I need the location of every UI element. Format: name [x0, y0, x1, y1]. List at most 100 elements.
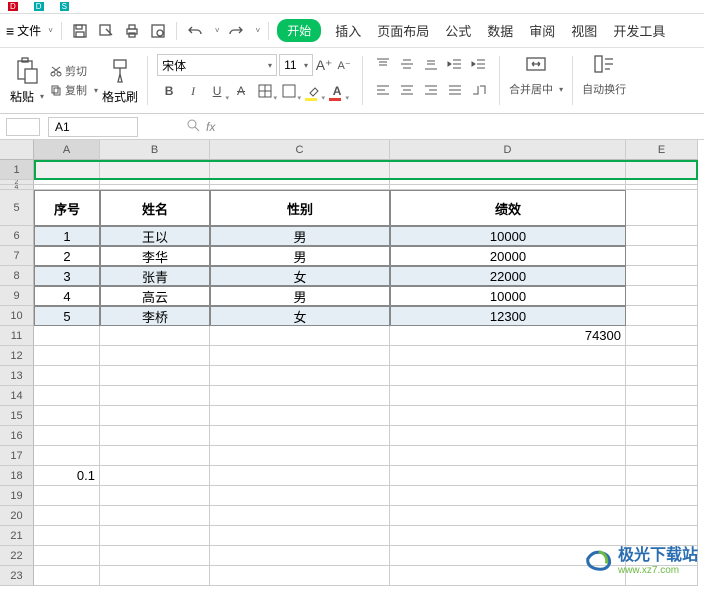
cell[interactable]: [390, 160, 626, 180]
row-header[interactable]: 17: [0, 446, 34, 466]
save-as-icon[interactable]: [96, 21, 116, 41]
name-box[interactable]: A1: [48, 117, 138, 137]
cell[interactable]: 高云: [100, 286, 210, 306]
increase-font-icon[interactable]: A⁺: [315, 54, 333, 76]
row-header[interactable]: 19: [0, 486, 34, 506]
row-header[interactable]: 12: [0, 346, 34, 366]
row-header[interactable]: 5: [0, 190, 34, 226]
cell[interactable]: [210, 466, 390, 486]
table-row[interactable]: 3 张青 女 22000: [34, 266, 704, 286]
row-header[interactable]: 20: [0, 506, 34, 526]
undo-icon[interactable]: [185, 21, 205, 41]
cell[interactable]: 0.1: [34, 466, 100, 486]
tab-data[interactable]: 数据: [487, 21, 513, 40]
cell[interactable]: 2: [34, 246, 100, 266]
table-row[interactable]: 0.1: [34, 466, 704, 486]
cell[interactable]: [626, 226, 698, 246]
cell[interactable]: 20000: [390, 246, 626, 266]
merge-label[interactable]: 合并居中▾: [509, 81, 563, 97]
table-row[interactable]: 5 李桥 女 12300: [34, 306, 704, 326]
table-header-row[interactable]: 序号 姓名 性别 绩效: [34, 190, 704, 226]
row-header[interactable]: 9: [0, 286, 34, 306]
align-middle-icon[interactable]: [396, 54, 418, 74]
row-header[interactable]: ⇕2: [0, 180, 34, 185]
fill-color-button[interactable]: [301, 80, 325, 102]
col-header[interactable]: A: [34, 140, 100, 160]
cell[interactable]: 男: [210, 286, 390, 306]
strikethrough-button[interactable]: A: [229, 80, 253, 102]
cell[interactable]: 男: [210, 246, 390, 266]
row-header[interactable]: 23: [0, 566, 34, 586]
table-row[interactable]: 2 李华 男 20000: [34, 246, 704, 266]
cell[interactable]: 张青: [100, 266, 210, 286]
tab-devtools[interactable]: 开发工具: [613, 21, 665, 40]
row-header[interactable]: 1: [0, 160, 34, 180]
search-function-icon[interactable]: [186, 118, 200, 135]
wrap-label[interactable]: 自动换行: [582, 81, 626, 97]
align-right-icon[interactable]: [420, 80, 442, 100]
cell[interactable]: 女: [210, 266, 390, 286]
row-header[interactable]: 7: [0, 246, 34, 266]
copy-button[interactable]: 复制▾: [50, 81, 98, 99]
increase-indent-icon[interactable]: [468, 54, 490, 74]
cell[interactable]: 女: [210, 306, 390, 326]
chevron-down-icon[interactable]: ˅: [215, 26, 220, 35]
row-header[interactable]: 21: [0, 526, 34, 546]
cell[interactable]: [626, 266, 698, 286]
tab-review[interactable]: 审阅: [529, 21, 555, 40]
row-header[interactable]: 15: [0, 406, 34, 426]
cell[interactable]: 李华: [100, 246, 210, 266]
header-cell[interactable]: 绩效: [390, 190, 626, 226]
col-header[interactable]: E: [626, 140, 698, 160]
file-menu[interactable]: ≡ 文件 ˅: [6, 22, 53, 39]
row-header[interactable]: 22: [0, 546, 34, 566]
tab-formula[interactable]: 公式: [445, 21, 471, 40]
decrease-font-icon[interactable]: A⁻: [335, 54, 353, 76]
fx-label[interactable]: fx: [206, 120, 215, 134]
font-family-select[interactable]: 宋体▾: [157, 54, 277, 76]
doc-tab[interactable]: D: [26, 0, 52, 13]
cell[interactable]: [626, 160, 698, 180]
cell[interactable]: [626, 306, 698, 326]
tab-view[interactable]: 视图: [571, 21, 597, 40]
row-header[interactable]: 10: [0, 306, 34, 326]
print-icon[interactable]: [122, 21, 142, 41]
doc-tab[interactable]: D: [0, 0, 26, 13]
col-header[interactable]: C: [210, 140, 390, 160]
format-painter-label[interactable]: 格式刷: [102, 88, 138, 105]
cell[interactable]: 12300: [390, 306, 626, 326]
cell[interactable]: 李桥: [100, 306, 210, 326]
cell[interactable]: 22000: [390, 266, 626, 286]
tab-start[interactable]: 开始: [277, 19, 321, 42]
cell[interactable]: [210, 326, 390, 346]
table-row[interactable]: 1 王以 男 10000: [34, 226, 704, 246]
select-all-corner[interactable]: [0, 140, 34, 160]
row-header[interactable]: 16: [0, 426, 34, 446]
align-top-icon[interactable]: [372, 54, 394, 74]
header-cell[interactable]: 序号: [34, 190, 100, 226]
cell[interactable]: 男: [210, 226, 390, 246]
paste-label[interactable]: 粘贴▾: [10, 88, 44, 105]
row-header[interactable]: 11: [0, 326, 34, 346]
row-header[interactable]: 6: [0, 226, 34, 246]
font-size-select[interactable]: 11▾: [279, 54, 313, 76]
cell[interactable]: [100, 466, 210, 486]
cell[interactable]: 3: [34, 266, 100, 286]
cell[interactable]: [626, 246, 698, 266]
cell[interactable]: [626, 286, 698, 306]
cell[interactable]: 10000: [390, 286, 626, 306]
cell[interactable]: 1: [34, 226, 100, 246]
redo-icon[interactable]: [226, 21, 246, 41]
cell[interactable]: [626, 466, 698, 486]
cell[interactable]: 10000: [390, 226, 626, 246]
table-row[interactable]: 74300: [34, 326, 704, 346]
doc-tab[interactable]: S: [52, 0, 77, 13]
outline-toggle[interactable]: [6, 118, 40, 136]
merge-cells-icon[interactable]: [524, 52, 548, 79]
spreadsheet-grid[interactable]: 1 ⇕2 4 5 6 7 8 9 10 11 12 13 14 15 16 17…: [0, 140, 704, 586]
align-left-icon[interactable]: [372, 80, 394, 100]
header-cell[interactable]: 性别: [210, 190, 390, 226]
save-icon[interactable]: [70, 21, 90, 41]
italic-button[interactable]: I: [181, 80, 205, 102]
row-header[interactable]: 14: [0, 386, 34, 406]
